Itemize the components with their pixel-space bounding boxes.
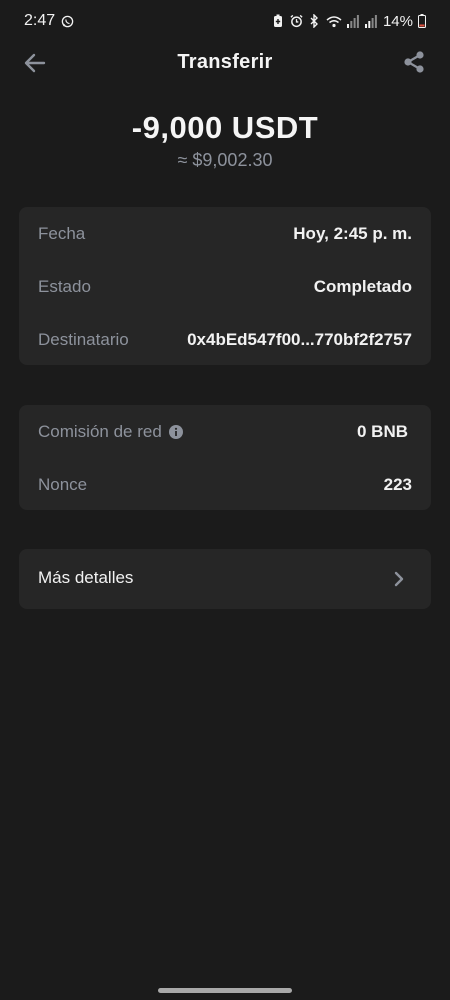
status-value: Completado [313, 277, 412, 296]
bluetooth-icon [308, 14, 321, 28]
recipient-label: Destinatario [38, 330, 129, 349]
home-indicator[interactable] [158, 988, 292, 993]
status-time: 2:47 [24, 12, 56, 29]
detail-row-date: Fecha Hoy, 2:45 p. m. [19, 222, 431, 246]
share-button[interactable] [402, 50, 426, 74]
top-app-bar: Transferir [0, 42, 450, 82]
nonce-label: Nonce [38, 475, 88, 494]
network-fee-label: Comisión de red [38, 422, 162, 441]
detail-row-status: Estado Completado [19, 275, 431, 299]
status-label: Estado [38, 277, 91, 296]
transaction-details-card: Fecha Hoy, 2:45 p. m. Estado Completado … [19, 207, 431, 365]
date-value: Hoy, 2:45 p. m. [293, 224, 412, 243]
signal-icon-2 [365, 14, 378, 28]
info-icon[interactable] [168, 425, 183, 439]
fiat-equivalent: ≈ $9,002.30 [177, 150, 273, 170]
signal-icon-1 [347, 14, 360, 28]
battery-icon [418, 14, 426, 28]
share-icon [404, 51, 424, 73]
status-bar: 2:47 14% [0, 0, 450, 42]
wifi-icon [326, 14, 342, 28]
chevron-right-icon [394, 571, 404, 587]
nonce-value: 223 [383, 475, 412, 494]
battery-percent: 14% [382, 12, 413, 30]
alarm-icon [290, 14, 303, 28]
network-fee-card: Comisión de red 0 BNB Nonce 223 [19, 405, 431, 510]
date-label: Fecha [38, 224, 86, 243]
arrow-left-icon [24, 53, 46, 73]
battery-saver-icon [272, 14, 285, 28]
nonce-row: Nonce 223 [19, 473, 431, 497]
back-button[interactable] [22, 50, 48, 76]
transfer-amount: -9,000 USDT [131, 110, 319, 145]
recipient-address[interactable]: 0x4bEd547f00...770bf2f2757 [187, 330, 412, 350]
more-details-label: Más detalles [38, 568, 134, 587]
detail-row-recipient: Destinatario 0x4bEd547f00...770bf2f2757 [19, 328, 431, 352]
page-title: Transferir [177, 50, 273, 73]
more-details-button[interactable]: Más detalles [19, 549, 431, 609]
transfer-screen: 2:47 14% Transferir -9,000 USDT ≈ $9,002… [0, 0, 450, 1000]
whatsapp-icon [61, 14, 74, 28]
network-fee-row: Comisión de red 0 BNB [19, 420, 431, 444]
network-fee-value: 0 BNB [356, 422, 408, 441]
transfer-amount-block: -9,000 USDT ≈ $9,002.30 [0, 110, 450, 171]
